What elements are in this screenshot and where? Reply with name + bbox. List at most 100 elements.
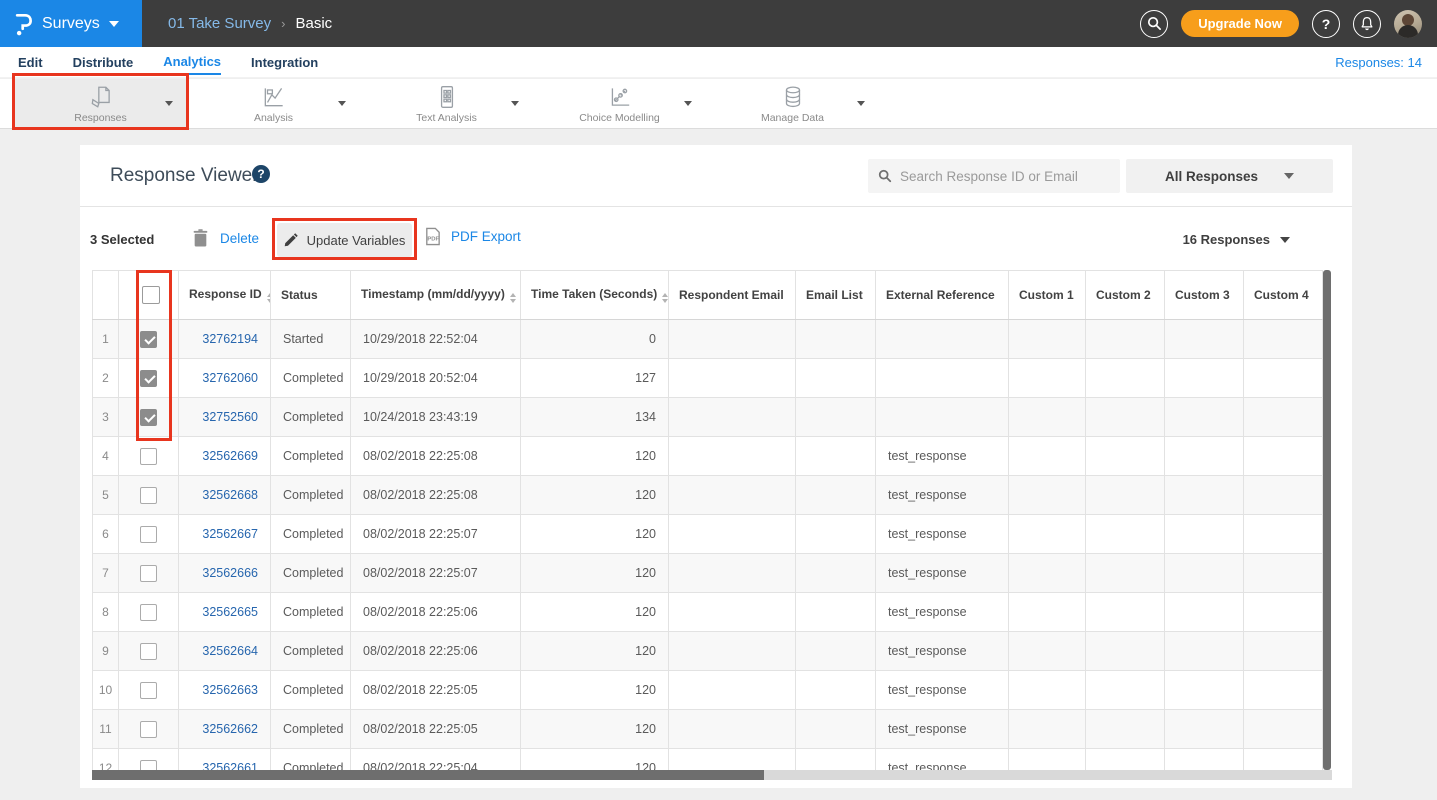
row-checkbox[interactable] bbox=[140, 526, 157, 543]
response-id-link[interactable]: 32752560 bbox=[202, 410, 258, 424]
cell-timestamp: 08/02/2018 22:25:08 bbox=[351, 437, 521, 476]
cell-respondent_email bbox=[669, 593, 796, 632]
vertical-scrollbar[interactable] bbox=[1323, 270, 1331, 770]
response-id-link[interactable]: 32562664 bbox=[202, 644, 258, 658]
responses-count-dropdown[interactable]: 16 Responses bbox=[1183, 232, 1290, 247]
column-label: Custom 2 bbox=[1096, 288, 1151, 302]
cell-custom4 bbox=[1244, 710, 1323, 749]
column-header-time_taken[interactable]: Time Taken (Seconds) bbox=[521, 271, 669, 320]
toolbar-responses-button[interactable]: Responses bbox=[14, 79, 187, 128]
row-checkbox[interactable] bbox=[140, 682, 157, 699]
bell-icon bbox=[1360, 16, 1374, 31]
cell-status: Completed bbox=[271, 437, 351, 476]
response-id-link[interactable]: 32562669 bbox=[202, 449, 258, 463]
help-button[interactable]: ? bbox=[1312, 10, 1340, 38]
column-header-external_reference: External Reference bbox=[876, 271, 1009, 320]
horizontal-scrollbar-track[interactable] bbox=[92, 770, 1332, 780]
update-variables-button[interactable]: Update Variables bbox=[277, 223, 412, 257]
row-checkbox[interactable] bbox=[140, 604, 157, 621]
surveys-menu[interactable]: Surveys bbox=[0, 0, 142, 47]
upgrade-now-button[interactable]: Upgrade Now bbox=[1181, 10, 1299, 37]
cell-external_reference bbox=[876, 320, 1009, 359]
table-row: 532562668Completed08/02/2018 22:25:08120… bbox=[93, 476, 1323, 515]
search-button[interactable] bbox=[1140, 10, 1168, 38]
cell-status: Completed bbox=[271, 671, 351, 710]
column-label: Timestamp (mm/dd/yyyy) bbox=[361, 287, 505, 301]
row-checkbox[interactable] bbox=[140, 370, 157, 387]
cell-time_taken: 120 bbox=[521, 515, 669, 554]
row-checkbox[interactable] bbox=[140, 721, 157, 738]
row-checkbox[interactable] bbox=[140, 643, 157, 660]
column-header-custom3: Custom 3 bbox=[1165, 271, 1244, 320]
row-checkbox[interactable] bbox=[140, 487, 157, 504]
row-checkbox[interactable] bbox=[140, 448, 157, 465]
tab-analytics[interactable]: Analytics bbox=[163, 49, 221, 75]
column-header-id[interactable]: Response ID bbox=[179, 271, 271, 320]
responses-dropdown-caret[interactable] bbox=[165, 101, 173, 106]
update-variables-label: Update Variables bbox=[307, 233, 406, 248]
row-checkbox[interactable] bbox=[140, 760, 157, 771]
cell-custom4 bbox=[1244, 437, 1323, 476]
response-id-link[interactable]: 32562661 bbox=[202, 761, 258, 770]
select-all-checkbox[interactable] bbox=[142, 286, 160, 304]
breadcrumb-survey-name[interactable]: 01 Take Survey bbox=[168, 15, 271, 32]
table-row: 932562664Completed08/02/2018 22:25:06120… bbox=[93, 632, 1323, 671]
column-header-timestamp[interactable]: Timestamp (mm/dd/yyyy) bbox=[351, 271, 521, 320]
cell-id: 32562669 bbox=[179, 437, 271, 476]
column-label: External Reference bbox=[886, 288, 995, 302]
text-analysis-dropdown-caret[interactable] bbox=[511, 101, 519, 106]
response-id-link[interactable]: 32562667 bbox=[202, 527, 258, 541]
cell-external_reference bbox=[876, 359, 1009, 398]
response-id-link[interactable]: 32562668 bbox=[202, 488, 258, 502]
toolbar-manage-data-button[interactable]: Manage Data bbox=[706, 79, 879, 128]
pdf-export-button[interactable]: PDF PDF Export bbox=[423, 227, 521, 246]
delete-button[interactable]: Delete bbox=[193, 229, 259, 247]
responses-count: Responses: 14 bbox=[1335, 55, 1422, 70]
title-help-icon[interactable]: ? bbox=[252, 165, 270, 183]
column-label: Custom 4 bbox=[1254, 288, 1309, 302]
tab-distribute[interactable]: Distribute bbox=[73, 50, 134, 74]
horizontal-scrollbar-thumb[interactable] bbox=[92, 770, 764, 780]
row-number: 6 bbox=[93, 515, 119, 554]
toolbar-label: Analysis bbox=[254, 112, 293, 124]
cell-respondent_email bbox=[669, 398, 796, 437]
row-checkbox[interactable] bbox=[140, 331, 157, 348]
cell-id: 32562662 bbox=[179, 710, 271, 749]
cell-respondent_email bbox=[669, 437, 796, 476]
avatar[interactable] bbox=[1394, 10, 1422, 38]
toolbar-text-analysis-button[interactable]: Text Analysis bbox=[360, 79, 533, 128]
cell-external_reference: test_response bbox=[876, 554, 1009, 593]
cell-email_list bbox=[796, 632, 876, 671]
checkbox-cell bbox=[119, 593, 179, 632]
all-responses-dropdown[interactable]: All Responses bbox=[1126, 159, 1333, 193]
filter-value: All Responses bbox=[1165, 169, 1258, 184]
cell-email_list bbox=[796, 671, 876, 710]
toolbar-analysis-button[interactable]: Analysis bbox=[187, 79, 360, 128]
row-number: 12 bbox=[93, 749, 119, 771]
manage-data-dropdown-caret[interactable] bbox=[857, 101, 865, 106]
pdf-file-icon: PDF bbox=[423, 227, 442, 246]
response-search bbox=[868, 159, 1120, 193]
search-input[interactable] bbox=[900, 169, 1100, 184]
response-id-link[interactable]: 32562662 bbox=[202, 722, 258, 736]
tab-integration[interactable]: Integration bbox=[251, 50, 318, 74]
row-checkbox[interactable] bbox=[140, 409, 157, 426]
cell-status: Completed bbox=[271, 554, 351, 593]
toolbar-choice-modelling-button[interactable]: Choice Modelling bbox=[533, 79, 706, 128]
response-id-link[interactable]: 32562666 bbox=[202, 566, 258, 580]
choice-modelling-dropdown-caret[interactable] bbox=[684, 101, 692, 106]
table-row: 332752560Completed10/24/2018 23:43:19134 bbox=[93, 398, 1323, 437]
header-row: Response IDStatusTimestamp (mm/dd/yyyy)T… bbox=[93, 271, 1323, 320]
response-id-link[interactable]: 32762194 bbox=[202, 332, 258, 346]
cell-status: Completed bbox=[271, 476, 351, 515]
table-row: 232762060Completed10/29/2018 20:52:04127 bbox=[93, 359, 1323, 398]
cell-status: Completed bbox=[271, 398, 351, 437]
row-checkbox[interactable] bbox=[140, 565, 157, 582]
response-id-link[interactable]: 32562665 bbox=[202, 605, 258, 619]
notifications-button[interactable] bbox=[1353, 10, 1381, 38]
tab-edit[interactable]: Edit bbox=[18, 50, 43, 74]
response-id-link[interactable]: 32562663 bbox=[202, 683, 258, 697]
top-bar: Surveys 01 Take Survey › Basic Upgrade N… bbox=[0, 0, 1437, 47]
response-id-link[interactable]: 32762060 bbox=[202, 371, 258, 385]
analysis-dropdown-caret[interactable] bbox=[338, 101, 346, 106]
